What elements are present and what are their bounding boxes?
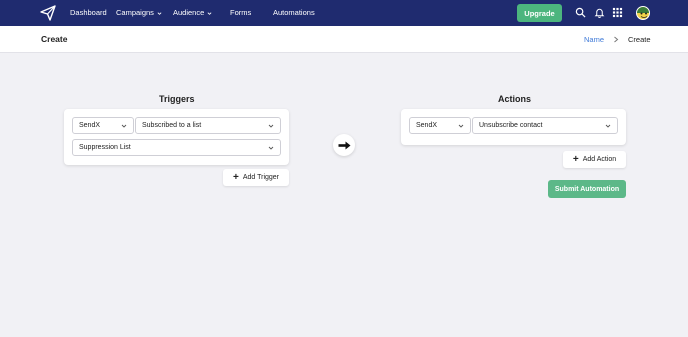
action-type-value: Unsubscribe contact [479, 122, 543, 129]
arrow-right-icon [333, 134, 355, 156]
nav-automations[interactable]: Automations [273, 0, 315, 26]
search-icon[interactable] [575, 7, 586, 18]
submit-automation-button[interactable]: Submit Automation [548, 180, 626, 198]
actions-card: SendX Unsubscribe contact [401, 109, 626, 145]
chevron-right-icon [614, 36, 619, 43]
trigger-list-value: Suppression List [79, 144, 131, 151]
plus-icon: + [572, 153, 579, 165]
action-source-value: SendX [416, 122, 438, 129]
chevron-down-icon [458, 124, 464, 128]
nav-forms-label: Forms [230, 8, 252, 17]
page-header: Create Name Create [0, 26, 688, 53]
nav-audience-label: Audience [173, 8, 205, 17]
add-action-button[interactable]: + Add Action [563, 151, 626, 168]
triggers-title: Triggers [159, 94, 195, 104]
arrow-glyph-icon [338, 141, 350, 149]
nav-campaigns-label: Campaigns [116, 8, 154, 17]
chevron-down-icon [207, 11, 212, 15]
trigger-source-value: SendX [79, 122, 101, 129]
trigger-event-value: Subscribed to a list [142, 122, 202, 129]
avatar-face-icon [637, 7, 649, 18]
send-logo-icon[interactable] [40, 5, 56, 21]
nav-dashboard-label: Dashboard [70, 8, 107, 17]
grid-icon[interactable] [612, 7, 623, 18]
trigger-list-select[interactable]: Suppression List [72, 139, 281, 156]
chevron-down-icon [268, 146, 274, 150]
upgrade-button[interactable]: Upgrade [517, 4, 562, 22]
nav-campaigns[interactable]: Campaigns [116, 0, 162, 26]
nav-audience[interactable]: Audience [173, 0, 212, 26]
breadcrumb-name-link[interactable]: Name [584, 26, 604, 53]
add-trigger-label: Add Trigger [242, 174, 280, 181]
add-trigger-button[interactable]: + Add Trigger [223, 169, 289, 186]
action-source-select[interactable]: SendX [409, 117, 471, 134]
nav-forms[interactable]: Forms [230, 0, 251, 26]
bell-icon[interactable] [594, 7, 605, 18]
avatar[interactable] [636, 6, 650, 20]
chevron-down-icon [268, 124, 274, 128]
chevron-down-icon [121, 124, 127, 128]
actions-title: Actions [498, 94, 532, 104]
trigger-event-select[interactable]: Subscribed to a list [135, 117, 281, 134]
breadcrumb-current: Create [628, 35, 651, 44]
triggers-card: SendX Subscribed to a list Suppression L… [64, 109, 289, 165]
trigger-source-select[interactable]: SendX [72, 117, 134, 134]
nav-automations-label: Automations [273, 8, 315, 17]
add-action-label: Add Action [582, 156, 617, 163]
action-type-select[interactable]: Unsubscribe contact [472, 117, 618, 134]
page-title: Create [41, 34, 68, 44]
chevron-down-icon [605, 124, 611, 128]
plus-icon: + [232, 171, 239, 183]
chevron-down-icon [157, 11, 162, 15]
top-nav: Dashboard Campaigns Audience Forms Autom… [0, 0, 688, 26]
nav-dashboard[interactable]: Dashboard [70, 0, 107, 26]
